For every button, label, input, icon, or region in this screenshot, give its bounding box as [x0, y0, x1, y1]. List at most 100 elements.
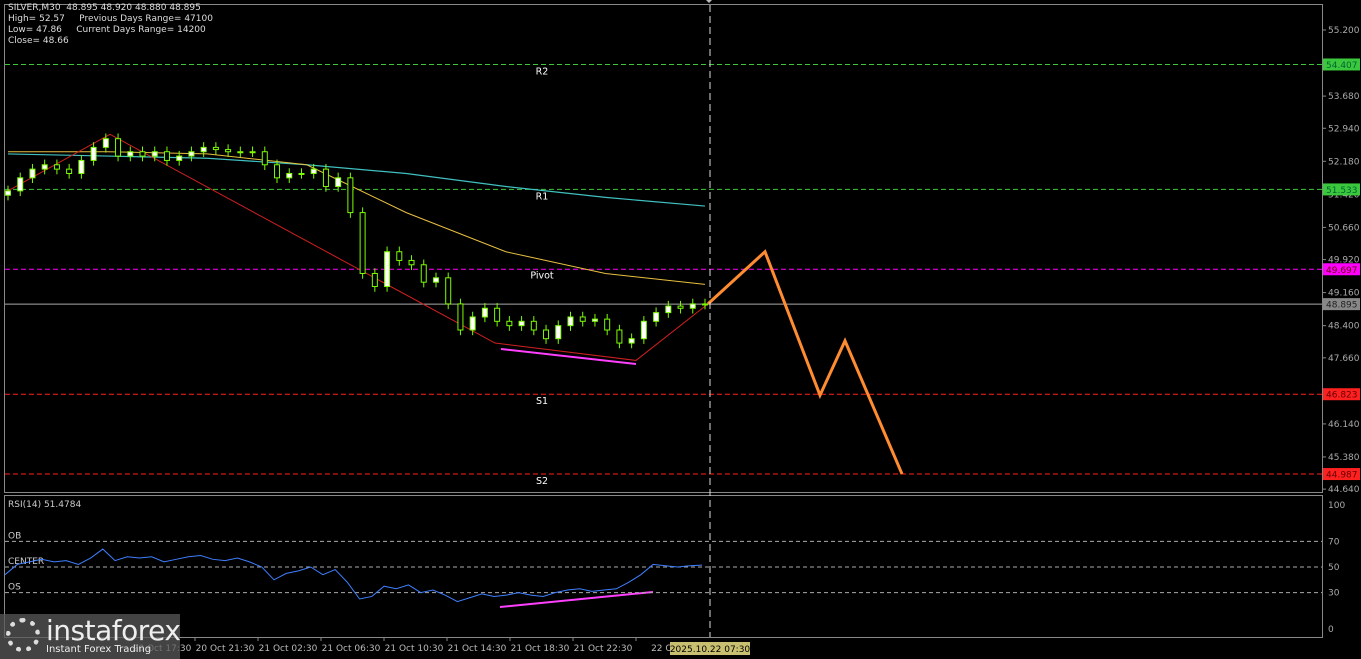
- level-price-label: 44.987: [1326, 471, 1358, 481]
- current-price-label: 48.895: [1326, 301, 1358, 311]
- close-value: Close= 48.66: [8, 36, 69, 46]
- y-tick-label: 48.400: [1328, 322, 1360, 332]
- chart-canvas[interactable]: 55.20053.68052.94052.18051.42050.66049.9…: [0, 0, 1361, 659]
- candle-body: [616, 329, 623, 344]
- candle-body: [322, 168, 329, 188]
- rsi-y-tick-label: 100: [1328, 501, 1345, 511]
- candle-body: [653, 312, 660, 322]
- rsi-level-label: CENTER: [8, 557, 44, 567]
- candle-body: [555, 325, 562, 340]
- low-value: Low= 47.86: [8, 25, 62, 35]
- candle-body: [481, 307, 488, 318]
- candle-body: [29, 168, 36, 179]
- high-value: High= 52.57: [8, 14, 65, 24]
- y-tick-label: 52.940: [1328, 124, 1360, 134]
- candle-body: [163, 151, 170, 161]
- rsi-divergence-line: [499, 591, 654, 608]
- candle-body: [78, 159, 85, 174]
- candle-body: [188, 151, 195, 157]
- y-tick-label: 45.380: [1328, 453, 1360, 463]
- cursor-time-label: 2025.10.22 07:30: [670, 645, 751, 655]
- y-tick-label: 49.160: [1328, 289, 1360, 299]
- price-divergence-line: [500, 348, 637, 365]
- candle-body: [249, 151, 256, 154]
- ma-fast-line: [8, 151, 706, 285]
- candle-body: [408, 259, 415, 266]
- x-tick-label: 21 Oct 14:30: [448, 644, 507, 654]
- candle-body: [677, 305, 684, 309]
- level-label-r2: R2: [536, 66, 549, 77]
- level-label-s2: S2: [536, 476, 548, 487]
- level-price-label: 51.533: [1326, 186, 1358, 196]
- candle-body: [90, 146, 97, 161]
- symbol-line: SILVER,M30 48.895 48.920 48.880 48.895: [8, 3, 201, 13]
- candle-body: [102, 138, 109, 148]
- level-price-label: 49.697: [1326, 266, 1358, 276]
- candle-body: [604, 318, 611, 331]
- candle-body: [628, 338, 635, 344]
- candle-body: [518, 320, 525, 327]
- candle-body: [640, 320, 647, 340]
- candle-body: [396, 251, 403, 261]
- gear-logo-icon: [6, 618, 40, 652]
- candle-body: [543, 329, 550, 340]
- candle-body: [457, 303, 464, 331]
- candle-body: [445, 277, 452, 305]
- candle-body: [359, 212, 366, 274]
- candle-body: [5, 190, 11, 196]
- x-tick-label: 21 Oct 10:30: [385, 644, 444, 654]
- candle-body: [151, 151, 158, 157]
- y-tick-label: 47.660: [1328, 354, 1360, 364]
- candle-body: [371, 272, 378, 288]
- candle-body: [261, 151, 268, 166]
- candle-body: [66, 168, 73, 174]
- price-pane-frame: [4, 4, 1323, 493]
- candle-body: [384, 251, 391, 288]
- candle-body: [335, 177, 342, 188]
- candle-body: [665, 305, 672, 314]
- candle-body: [53, 164, 60, 170]
- candle-body: [200, 146, 207, 153]
- zigzag-line: [7, 133, 709, 361]
- x-tick-label: 21 Oct 18:30: [511, 644, 570, 654]
- candle-body: [689, 303, 696, 309]
- candle-body: [567, 316, 574, 327]
- x-tick-label: 20 Oct 21:30: [196, 644, 255, 654]
- candle-body: [237, 151, 244, 154]
- cur-range: Current Days Range= 14200: [76, 25, 206, 35]
- candle-body: [310, 168, 317, 174]
- candle-body: [702, 303, 708, 306]
- rsi-level-label: OB: [8, 531, 21, 541]
- x-tick-label: 21 Oct 22:30: [574, 644, 633, 654]
- candle-body: [347, 177, 354, 214]
- crosshair-marker-icon: [706, 0, 712, 3]
- level-label-r1: R1: [536, 191, 549, 202]
- rsi-title: RSI(14) 51.4784: [8, 500, 81, 510]
- y-tick-label: 52.180: [1328, 157, 1360, 167]
- candle-body: [420, 264, 427, 283]
- y-tick-label: 46.140: [1328, 420, 1360, 430]
- candle-body: [127, 151, 134, 157]
- candle-body: [212, 146, 219, 151]
- logo-name: instaforex: [46, 614, 181, 647]
- prev-range: Previous Days Range= 47100: [79, 14, 213, 24]
- rsi-line: [4, 548, 703, 603]
- candle-body: [176, 155, 183, 161]
- candle-body: [432, 277, 439, 283]
- candle-body: [41, 164, 48, 170]
- candle-body: [530, 320, 537, 331]
- rsi-y-tick-label: 50: [1328, 563, 1340, 573]
- rsi-y-tick-label: 30: [1328, 589, 1340, 599]
- logo-tagline: Instant Forex Trading: [46, 644, 152, 655]
- forecast-path: [706, 249, 904, 475]
- y-tick-label: 53.680: [1328, 92, 1360, 102]
- y-tick-label: 55.200: [1328, 26, 1360, 36]
- instaforex-logo: instaforex Instant Forex Trading: [0, 614, 181, 659]
- candle-body: [494, 307, 501, 322]
- y-tick-label: 50.660: [1328, 223, 1360, 233]
- candle-body: [469, 316, 476, 331]
- rsi-level-label: OS: [8, 583, 21, 593]
- y-tick-label: 44.640: [1328, 485, 1360, 495]
- candle-body: [579, 316, 586, 322]
- rsi-y-tick-label: 70: [1328, 537, 1340, 547]
